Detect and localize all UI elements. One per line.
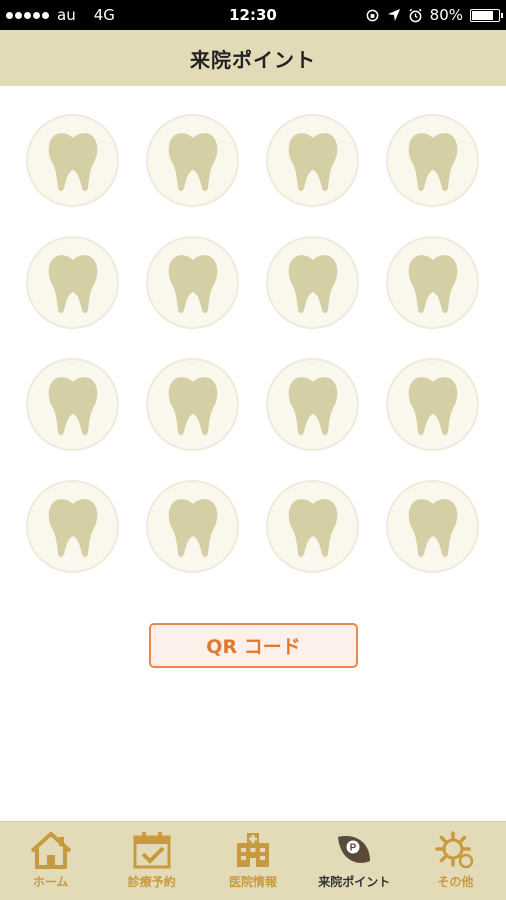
tooth-icon: [288, 254, 337, 313]
tab-visit-points[interactable]: P 来院ポイント: [304, 822, 405, 900]
page-title: 来院ポイント: [190, 47, 316, 72]
tab-bar: ホーム 診療予約 医院情報 P 来院ポイント その他: [0, 821, 506, 900]
tooth-icon: [408, 254, 457, 313]
stamp-slot: [146, 114, 239, 207]
tooth-icon: [168, 254, 217, 313]
tooth-icon: [48, 254, 97, 313]
network-type: 4G: [93, 6, 115, 24]
status-bar: au 4G 12:30 80%: [0, 0, 506, 30]
tab-visit-points-label: 来院ポイント: [318, 875, 391, 889]
stamp-card-grid: [26, 114, 480, 573]
carrier-name: au: [57, 6, 76, 24]
tooth-icon: [168, 376, 217, 435]
stamp-slot: [146, 236, 239, 329]
tab-reservation[interactable]: 診療予約: [101, 822, 202, 900]
tooth-icon: [288, 132, 337, 191]
signal-strength-icon: [6, 11, 49, 19]
navigation-header: 来院ポイント: [0, 30, 506, 86]
tab-reservation-label: 診療予約: [127, 875, 176, 889]
stamp-slot: [386, 114, 479, 207]
tab-home[interactable]: ホーム: [0, 822, 101, 900]
tab-home-label: ホーム: [32, 875, 69, 889]
tooth-icon: [168, 498, 217, 557]
stamp-slot: [26, 358, 119, 451]
tooth-icon: [408, 132, 457, 191]
tooth-icon: [48, 376, 97, 435]
status-right: 80%: [365, 6, 503, 24]
calendar-check-icon: [129, 831, 175, 869]
stamp-slot: [146, 358, 239, 451]
tooth-icon: [288, 376, 337, 435]
qr-code-button[interactable]: QR コード: [149, 623, 358, 668]
stamp-slot: [266, 236, 359, 329]
stamp-slot: [266, 480, 359, 573]
tooth-icon: [408, 498, 457, 557]
battery-percent: 80%: [429, 6, 463, 24]
gear-icon: [432, 831, 478, 869]
stamp-slot: [386, 358, 479, 451]
home-icon: [28, 831, 74, 869]
stamp-slot: [26, 114, 119, 207]
tooth-icon: [48, 132, 97, 191]
status-left: au 4G: [6, 6, 365, 24]
stamp-slot: [146, 480, 239, 573]
stamp-slot: [26, 236, 119, 329]
tab-clinic-info-label: 医院情報: [229, 875, 278, 889]
battery-fill: [472, 10, 493, 20]
stamp-slot: [26, 480, 119, 573]
tooth-icon: [168, 132, 217, 191]
stamp-slot: [386, 480, 479, 573]
location-arrow-icon: [387, 8, 400, 22]
svg-text:P: P: [350, 843, 357, 854]
alarm-icon: [409, 8, 422, 22]
stamp-slot: [386, 236, 479, 329]
tooth-icon: [48, 498, 97, 557]
tab-other[interactable]: その他: [405, 822, 506, 900]
tab-other-label: その他: [437, 875, 474, 889]
hospital-icon: [230, 831, 276, 869]
tooth-icon: [408, 376, 457, 435]
tooth-icon: [288, 498, 337, 557]
battery-icon: [470, 8, 503, 22]
orientation-lock-icon: [366, 9, 379, 21]
stamp-slot: [266, 114, 359, 207]
point-leaf-icon: P: [331, 831, 377, 869]
stamp-slot: [266, 358, 359, 451]
tab-clinic-info[interactable]: 医院情報: [202, 822, 303, 900]
